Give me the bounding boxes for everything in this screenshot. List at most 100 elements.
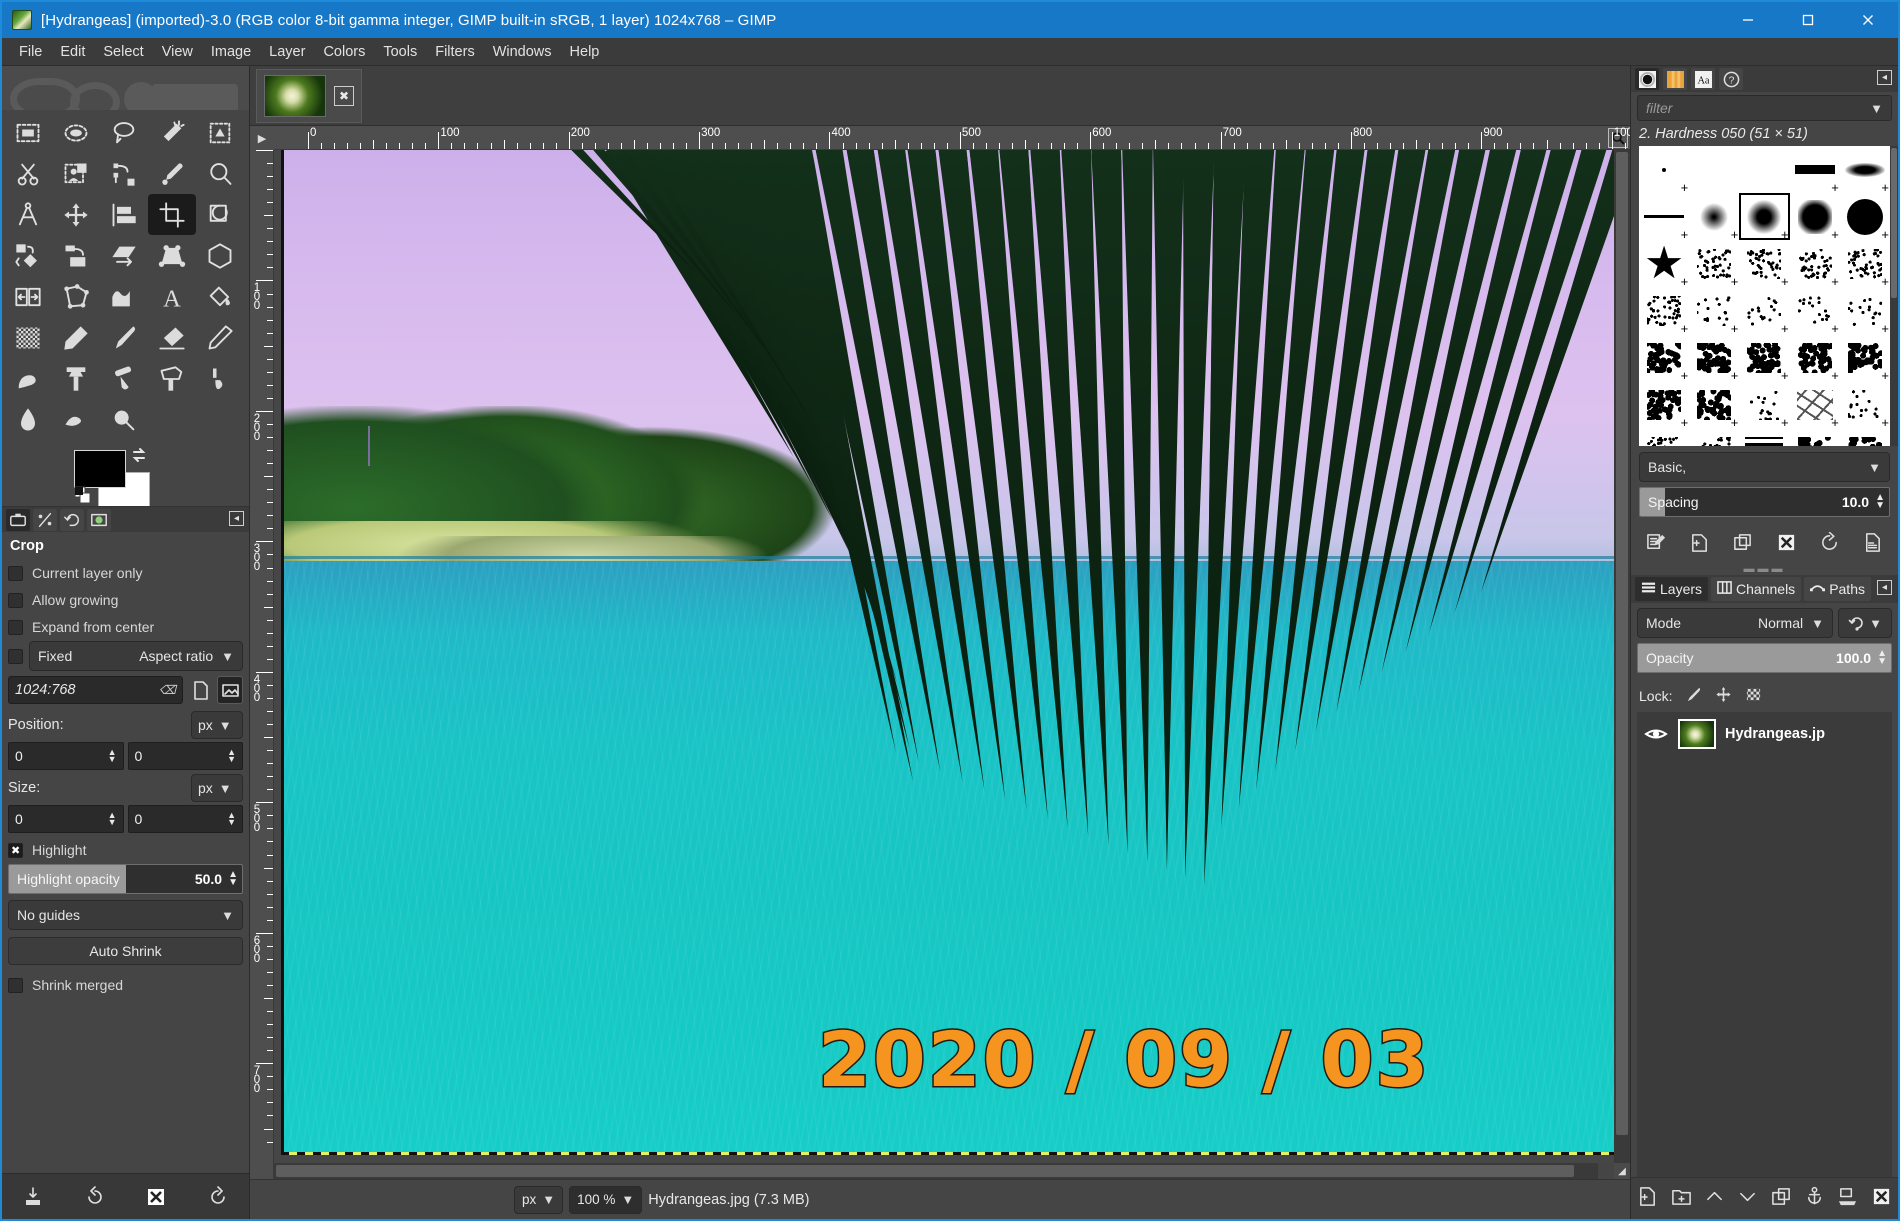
brush-filter-input[interactable]: filter ▼ bbox=[1637, 95, 1892, 121]
convolve-tool[interactable] bbox=[196, 358, 244, 399]
new-layer-icon[interactable] bbox=[1637, 1186, 1658, 1212]
heal-tool[interactable] bbox=[100, 358, 148, 399]
close-icon[interactable]: ✖ bbox=[334, 86, 354, 106]
position-y-input[interactable]: 0 ▲ ▼ bbox=[128, 742, 244, 770]
eraser-tool[interactable] bbox=[148, 317, 196, 358]
cage-transform-tool[interactable] bbox=[52, 276, 100, 317]
stepper-arrows-icon[interactable]: ▲ ▼ bbox=[227, 812, 236, 826]
maximize-button[interactable] bbox=[1778, 2, 1838, 38]
brush-grid[interactable]: ++++++++++++++++++++++++++++++++++++++ bbox=[1639, 146, 1890, 446]
brush-cell-block-2[interactable]: + bbox=[1689, 381, 1739, 428]
anchor-layer-icon[interactable] bbox=[1804, 1186, 1825, 1212]
brush-cell-circle-hard050[interactable]: + bbox=[1739, 193, 1789, 240]
perspective-tool[interactable] bbox=[148, 235, 196, 276]
gradient-tool[interactable] bbox=[4, 317, 52, 358]
highlight-opacity-slider[interactable]: Highlight opacity 50.0 ▲ ▼ bbox=[8, 864, 243, 894]
portrait-orientation-button[interactable] bbox=[187, 676, 213, 704]
airbrush-tool[interactable] bbox=[4, 399, 52, 440]
switch-composite-space-button[interactable]: ▼ bbox=[1838, 608, 1892, 638]
brush-resize-handle[interactable]: + bbox=[1731, 277, 1739, 287]
merge-down-icon[interactable] bbox=[1837, 1186, 1858, 1212]
brush-resize-handle[interactable]: + bbox=[1681, 277, 1689, 287]
menu-help[interactable]: Help bbox=[561, 41, 609, 63]
bucket-fill-tool[interactable] bbox=[196, 276, 244, 317]
new-brush-icon[interactable] bbox=[1689, 532, 1710, 558]
brush-cell-dots-fine[interactable]: + bbox=[1840, 287, 1890, 334]
duplicate-layer-icon[interactable] bbox=[1771, 1186, 1792, 1212]
close-button[interactable] bbox=[1838, 2, 1898, 38]
brush-resize-handle[interactable]: + bbox=[1781, 230, 1789, 240]
layer-visibility-icon[interactable] bbox=[1643, 726, 1669, 742]
brush-grid-scrollbar[interactable] bbox=[1890, 146, 1898, 446]
horizontal-ruler[interactable]: 01002003004005006007008009001000 bbox=[274, 126, 1630, 150]
menu-file[interactable]: File bbox=[10, 41, 51, 63]
expand-from-center-checkbox[interactable] bbox=[8, 620, 23, 635]
tab-menu-icon[interactable]: ◂ bbox=[1877, 70, 1892, 85]
stepper-arrows-icon[interactable]: ▲ ▼ bbox=[1877, 650, 1891, 666]
brush-cell-texture-1[interactable]: + bbox=[1639, 334, 1689, 381]
brush-cell-dots-sparse[interactable]: + bbox=[1739, 287, 1789, 334]
brush-cell-sliver[interactable]: + bbox=[1689, 287, 1739, 334]
brush-cell-speckle[interactable]: + bbox=[1840, 381, 1890, 428]
lock-pixels-icon[interactable] bbox=[1685, 686, 1702, 706]
color-picker-tool[interactable] bbox=[148, 153, 196, 194]
layer-opacity-slider[interactable]: Opacity 100.0 ▲ ▼ bbox=[1637, 643, 1892, 673]
brush-cell-block-1[interactable]: + bbox=[1639, 381, 1689, 428]
brush-resize-handle[interactable]: + bbox=[1781, 371, 1789, 381]
auto-shrink-button[interactable]: Auto Shrink bbox=[8, 937, 243, 965]
statusbar-unit-select[interactable]: px ▼ bbox=[514, 1186, 563, 1214]
navigation-preview-button[interactable]: ◢ bbox=[1614, 1163, 1630, 1179]
stepper-arrows-icon[interactable]: ▲ ▼ bbox=[108, 749, 117, 763]
brush-resize-handle[interactable]: + bbox=[1731, 230, 1739, 240]
flip-tool[interactable] bbox=[4, 276, 52, 317]
tab-layers[interactable]: Layers bbox=[1635, 577, 1708, 601]
menu-select[interactable]: Select bbox=[94, 41, 152, 63]
stepper-arrows-icon[interactable]: ▲ ▼ bbox=[228, 871, 242, 887]
brush-cell-noise-1[interactable]: + bbox=[1639, 428, 1689, 446]
rect-select-tool[interactable] bbox=[4, 112, 52, 153]
brush-cell-texture-2[interactable]: + bbox=[1689, 334, 1739, 381]
option-expand-from-center[interactable]: Expand from center bbox=[8, 614, 243, 640]
duplicate-brush-icon[interactable] bbox=[1732, 532, 1753, 558]
brush-resize-handle[interactable]: + bbox=[1731, 371, 1739, 381]
option-current-layer-only[interactable]: Current layer only bbox=[8, 560, 243, 586]
brush-cell-texture-4[interactable]: + bbox=[1790, 334, 1840, 381]
unified-transform-tool[interactable] bbox=[4, 235, 52, 276]
brush-resize-handle[interactable]: + bbox=[1681, 230, 1689, 240]
save-tool-preset-icon[interactable] bbox=[18, 1182, 48, 1212]
brush-resize-handle[interactable]: + bbox=[1831, 183, 1839, 193]
lock-alpha-icon[interactable] bbox=[1745, 686, 1762, 706]
minimize-button[interactable] bbox=[1718, 2, 1778, 38]
brush-cell-splatter-3[interactable]: + bbox=[1790, 240, 1840, 287]
brush-cell-dots-vert[interactable]: + bbox=[1739, 381, 1789, 428]
menu-tools[interactable]: Tools bbox=[374, 41, 426, 63]
menu-windows[interactable]: Windows bbox=[484, 41, 561, 63]
smudge-tool[interactable] bbox=[52, 399, 100, 440]
brush-cell-bar-solid[interactable]: + bbox=[1790, 146, 1840, 193]
menu-view[interactable]: View bbox=[153, 41, 202, 63]
open-brush-as-image-icon[interactable] bbox=[1862, 532, 1883, 558]
crop-tool[interactable] bbox=[148, 194, 196, 235]
undo-history-tab[interactable] bbox=[60, 509, 84, 531]
brush-resize-handle[interactable]: + bbox=[1781, 277, 1789, 287]
image-canvas[interactable]: 2020 / 09 / 03 bbox=[274, 150, 1630, 1163]
paths-tool[interactable] bbox=[100, 153, 148, 194]
foreground-select-tool[interactable] bbox=[52, 153, 100, 194]
brush-cell-circle-solid[interactable]: + bbox=[1840, 193, 1890, 240]
brush-cell-blot-1[interactable]: + bbox=[1790, 428, 1840, 446]
device-status-tab[interactable] bbox=[33, 509, 57, 531]
menu-colors[interactable]: Colors bbox=[314, 41, 374, 63]
stepper-arrows-icon[interactable]: ▲ ▼ bbox=[1875, 494, 1889, 510]
brush-cell-splatter-2[interactable]: + bbox=[1739, 240, 1789, 287]
new-layer-group-icon[interactable] bbox=[1671, 1186, 1692, 1212]
option-allow-growing[interactable]: Allow growing bbox=[8, 587, 243, 613]
brush-resize-handle[interactable]: + bbox=[1831, 230, 1839, 240]
dodge-burn-tool[interactable] bbox=[100, 399, 148, 440]
brush-resize-handle[interactable]: + bbox=[1681, 418, 1689, 428]
brush-cell-texture-5[interactable]: + bbox=[1840, 334, 1890, 381]
brush-resize-handle[interactable]: + bbox=[1731, 418, 1739, 428]
restore-tool-preset-icon[interactable] bbox=[80, 1182, 110, 1212]
brush-spacing-slider[interactable]: Spacing 10.0 ▲ ▼ bbox=[1639, 487, 1890, 517]
zoom-tool[interactable] bbox=[196, 153, 244, 194]
brush-cell-splatter-4[interactable]: + bbox=[1840, 240, 1890, 287]
